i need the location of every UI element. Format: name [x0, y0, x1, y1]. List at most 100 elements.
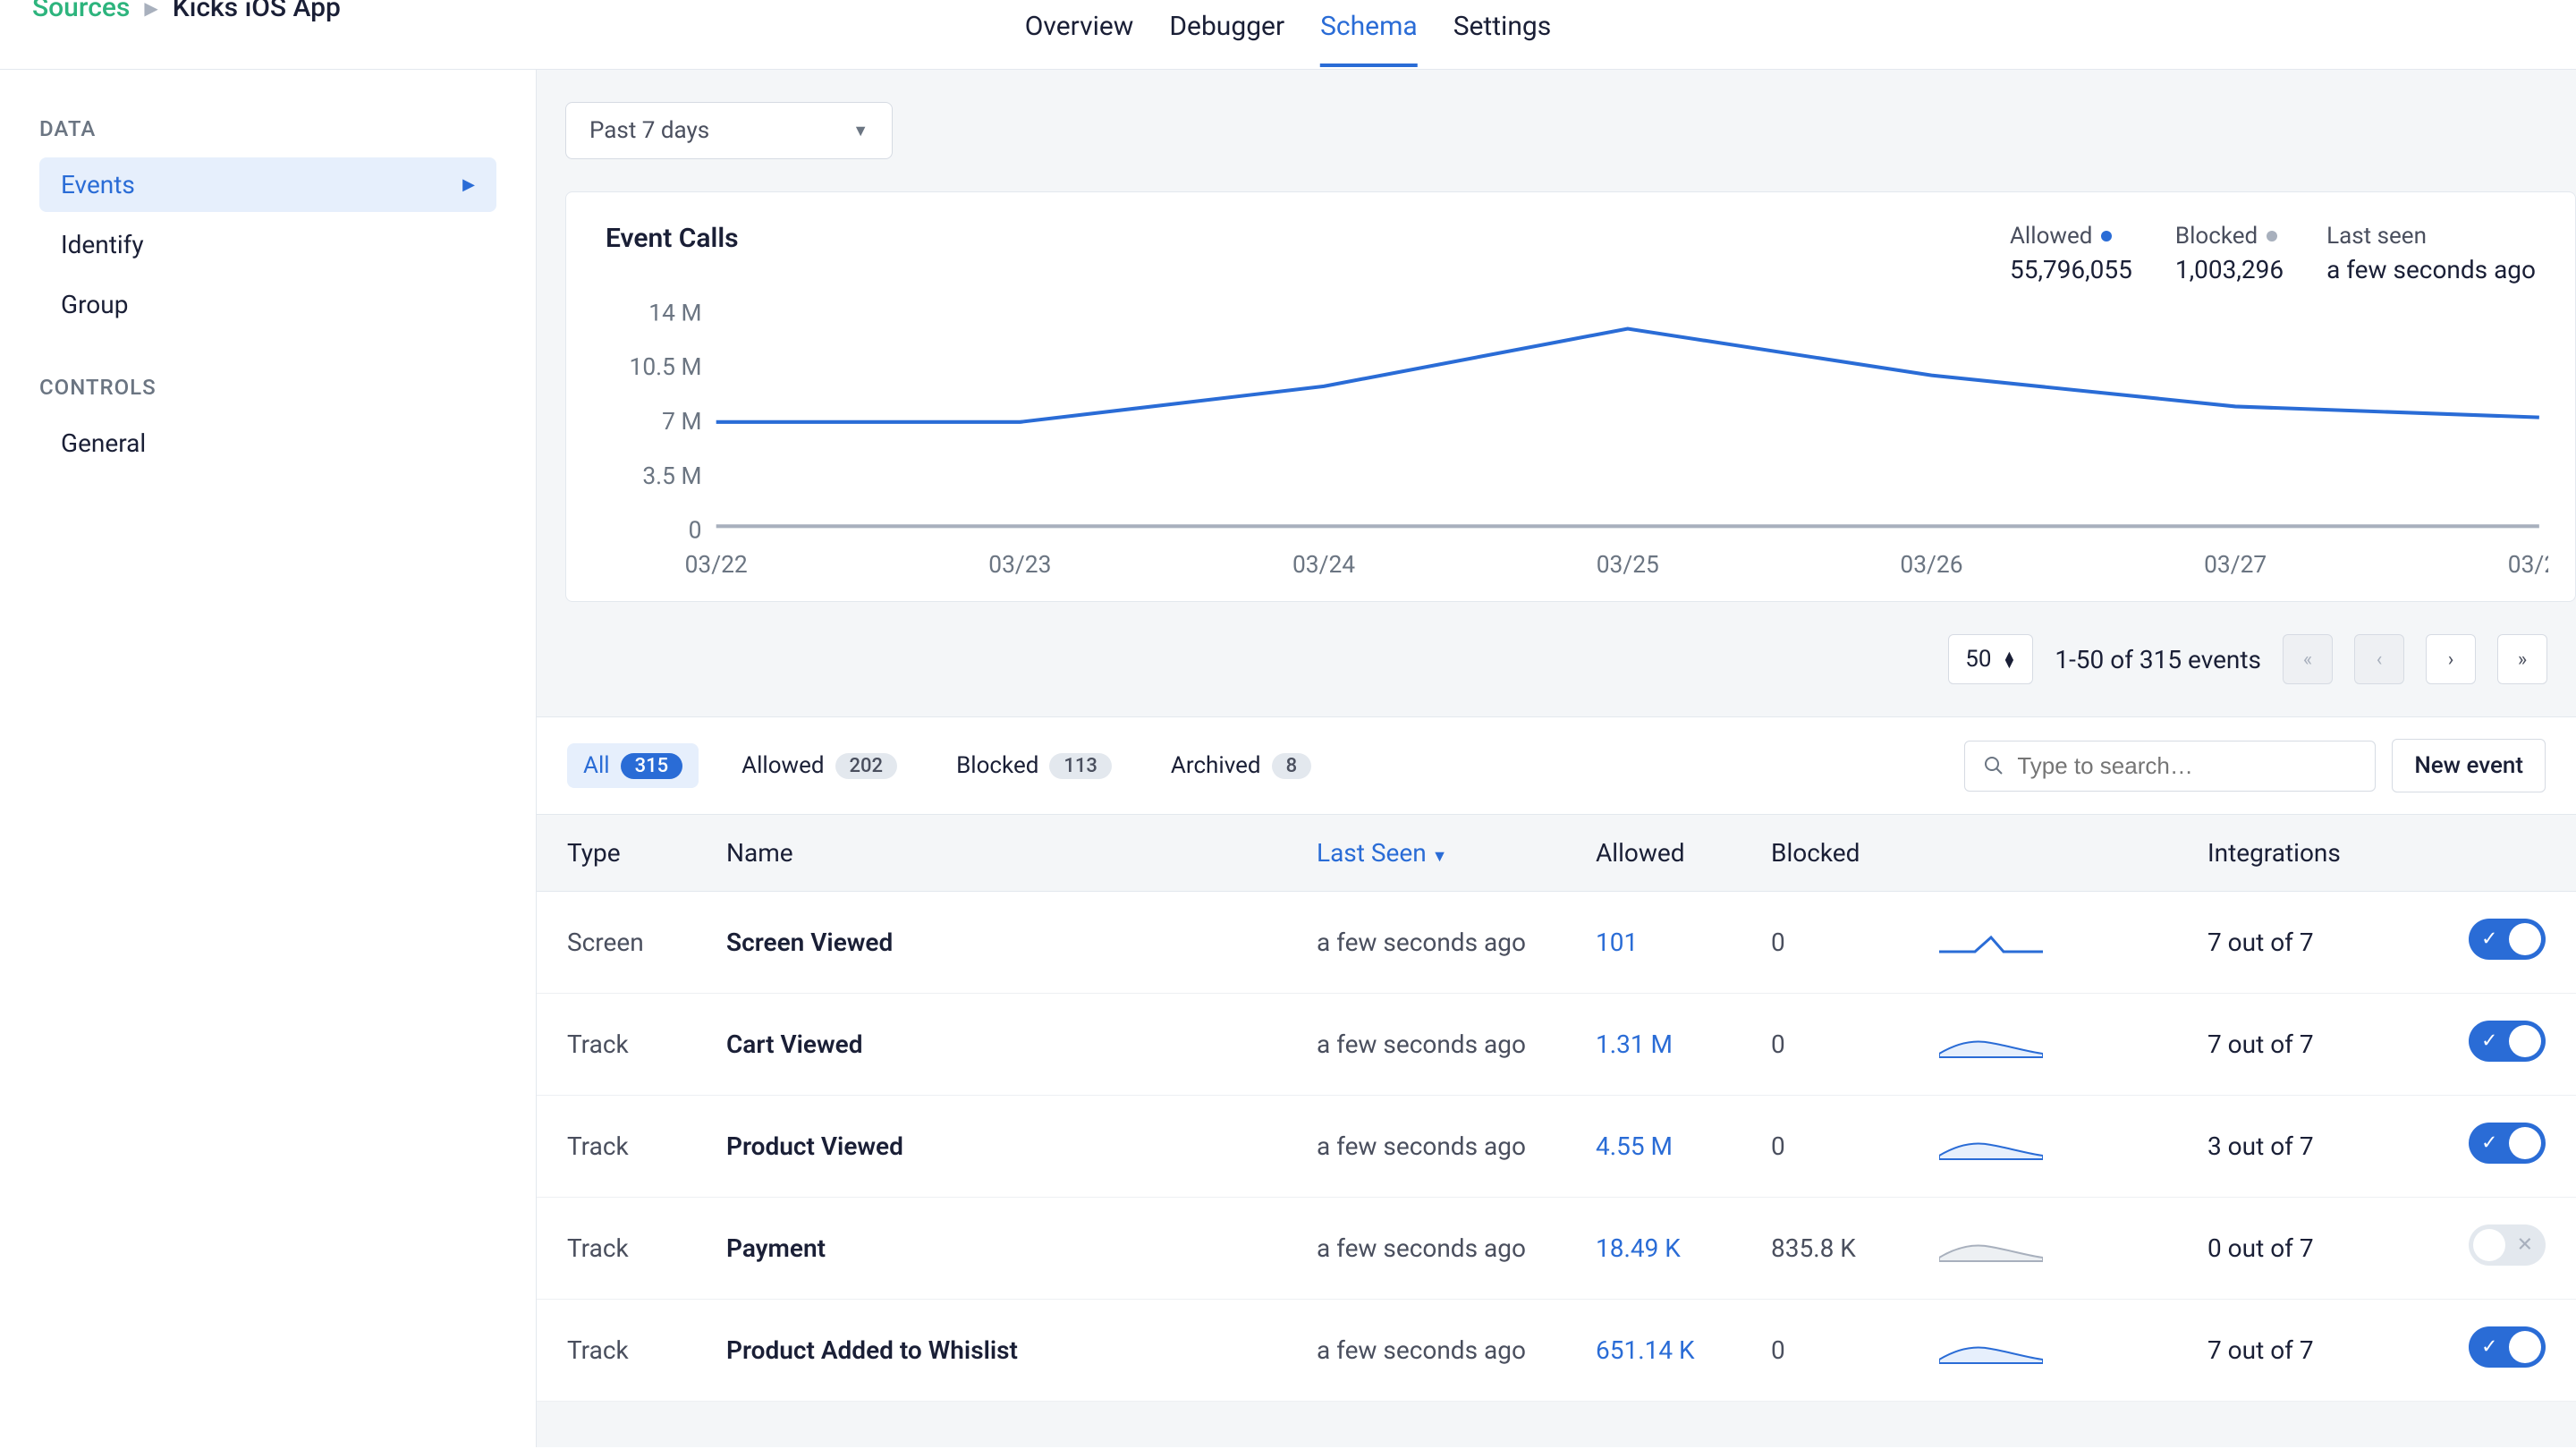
- search-box[interactable]: [1964, 741, 2376, 792]
- svg-text:03/27: 03/27: [2204, 552, 2267, 576]
- cell-integrations: 7 out of 7: [2207, 1030, 2422, 1059]
- col-blocked-header[interactable]: Blocked: [1771, 838, 1939, 868]
- cell-integrations: 3 out of 7: [2207, 1131, 2422, 1161]
- tab-overview[interactable]: Overview: [1025, 11, 1134, 67]
- cell-blocked: 0: [1771, 1131, 1939, 1161]
- cell-allowed: 1.31 M: [1596, 1030, 1771, 1059]
- sidebar-item-identify[interactable]: Identify: [39, 217, 496, 272]
- stat-allowed-label: Allowed: [2010, 223, 2092, 250]
- cell-type: Track: [567, 1233, 726, 1263]
- cell-blocked: 835.8 K: [1771, 1233, 1939, 1263]
- cell-blocked: 0: [1771, 1335, 1939, 1365]
- toggle[interactable]: ✓: [2469, 1021, 2546, 1062]
- cell-lastseen: a few seconds ago: [1317, 1335, 1596, 1365]
- stat-lastseen-value: a few seconds ago: [2326, 255, 2536, 284]
- sort-caret-icon: ▼: [1432, 847, 1448, 866]
- cell-blocked: 0: [1771, 1030, 1939, 1059]
- svg-text:03/24: 03/24: [1292, 552, 1355, 576]
- sidebar-item-events[interactable]: Events▶: [39, 157, 496, 212]
- stat-allowed-value: 55,796,055: [2010, 255, 2132, 284]
- table-row[interactable]: TrackPaymenta few seconds ago18.49 K835.…: [537, 1198, 2576, 1300]
- filter-tab-archived[interactable]: Archived 8: [1155, 743, 1327, 788]
- page-next-button[interactable]: ›: [2426, 634, 2476, 684]
- stat-blocked-value: 1,003,296: [2175, 255, 2284, 284]
- cell-integrations: 7 out of 7: [2207, 928, 2422, 957]
- col-type-header[interactable]: Type: [567, 838, 726, 868]
- filter-archived-count: 8: [1272, 753, 1312, 779]
- tab-debugger[interactable]: Debugger: [1169, 11, 1284, 67]
- col-allowed-header[interactable]: Allowed: [1596, 838, 1771, 868]
- filter-tab-blocked[interactable]: Blocked 113: [940, 743, 1128, 788]
- cell-allowed: 4.55 M: [1596, 1131, 1771, 1161]
- event-calls-card: Event Calls Allowed 55,796,055 Blocked 1…: [565, 191, 2576, 602]
- svg-text:7 M: 7 M: [662, 409, 701, 436]
- cell-type: Track: [567, 1335, 726, 1365]
- cell-integrations: 0 out of 7: [2207, 1233, 2422, 1263]
- table-row[interactable]: TrackProduct Vieweda few seconds ago4.55…: [537, 1096, 2576, 1198]
- sparkline-icon: [1939, 1336, 2207, 1365]
- sidebar-item-general[interactable]: General: [39, 416, 496, 470]
- cell-integrations: 7 out of 7: [2207, 1335, 2422, 1365]
- card-title: Event Calls: [606, 223, 1967, 254]
- search-input[interactable]: [2017, 752, 2357, 780]
- table-header: Type Name Last Seen▼ Allowed Blocked Int…: [537, 814, 2576, 892]
- new-event-button[interactable]: New event: [2392, 739, 2546, 792]
- sidebar-data-label: DATA: [39, 116, 496, 141]
- page-last-button[interactable]: »: [2497, 634, 2547, 684]
- stat-lastseen-label: Last seen: [2326, 223, 2536, 250]
- breadcrumb-sources[interactable]: Sources: [32, 0, 130, 21]
- chevron-down-icon: ▼: [852, 122, 869, 140]
- toggle[interactable]: ✓: [2469, 1326, 2546, 1368]
- tab-settings[interactable]: Settings: [1453, 11, 1552, 67]
- toggle[interactable]: ✕: [2469, 1224, 2546, 1266]
- page-size-value: 50: [1965, 646, 1991, 673]
- filter-all-label: All: [583, 752, 610, 779]
- page-size-select[interactable]: 50 ▲▼: [1948, 634, 2033, 684]
- dot-icon: [2267, 231, 2277, 242]
- svg-text:3.5 M: 3.5 M: [642, 463, 701, 490]
- date-range-select[interactable]: Past 7 days ▼: [565, 102, 893, 159]
- cell-blocked: 0: [1771, 928, 1939, 957]
- page-info: 1-50 of 315 events: [2055, 645, 2261, 674]
- cell-lastseen: a few seconds ago: [1317, 1030, 1596, 1059]
- sparkline-icon: [1939, 1234, 2207, 1263]
- table-row[interactable]: TrackProduct Added to Whislista few seco…: [537, 1300, 2576, 1402]
- top-tabs: Overview Debugger Schema Settings: [1025, 11, 1551, 67]
- filter-tab-allowed[interactable]: Allowed 202: [725, 743, 913, 788]
- svg-text:10.5 M: 10.5 M: [630, 354, 702, 381]
- sort-icon: ▲▼: [2002, 651, 2016, 668]
- svg-text:0: 0: [689, 518, 702, 545]
- filter-allowed-count: 202: [835, 753, 898, 779]
- event-calls-chart: 03.5 M7 M10.5 M14 M03/2203/2303/2403/250…: [607, 304, 2548, 576]
- sidebar-item-group[interactable]: Group: [39, 277, 496, 332]
- search-icon: [1983, 755, 2004, 776]
- cell-name: Screen Viewed: [726, 928, 1317, 957]
- col-lastseen-header[interactable]: Last Seen▼: [1317, 838, 1596, 868]
- toggle[interactable]: ✓: [2469, 1123, 2546, 1164]
- col-integrations-header[interactable]: Integrations: [2207, 838, 2422, 868]
- col-name-header[interactable]: Name: [726, 838, 1317, 868]
- table-row[interactable]: ScreenScreen Vieweda few seconds ago1010…: [537, 892, 2576, 994]
- date-range-label: Past 7 days: [589, 117, 709, 144]
- table-row[interactable]: TrackCart Vieweda few seconds ago1.31 M0…: [537, 994, 2576, 1096]
- svg-text:03/26: 03/26: [1900, 552, 1962, 576]
- filter-tab-all[interactable]: All 315: [567, 743, 699, 788]
- page-first-button[interactable]: «: [2283, 634, 2333, 684]
- sparkline-icon: [1939, 1030, 2207, 1059]
- page-prev-button[interactable]: ‹: [2354, 634, 2404, 684]
- cell-name: Product Added to Whislist: [726, 1335, 1317, 1365]
- cell-allowed: 651.14 K: [1596, 1335, 1771, 1365]
- filter-archived-label: Archived: [1171, 752, 1261, 779]
- breadcrumb: Sources ▶ Kicks iOS App: [32, 0, 341, 21]
- cell-type: Track: [567, 1131, 726, 1161]
- cell-lastseen: a few seconds ago: [1317, 1131, 1596, 1161]
- toggle[interactable]: ✓: [2469, 919, 2546, 960]
- tab-schema[interactable]: Schema: [1320, 11, 1418, 67]
- svg-text:03/23: 03/23: [988, 552, 1051, 576]
- sidebar-controls-label: CONTROLS: [39, 375, 496, 400]
- cell-allowed: 18.49 K: [1596, 1233, 1771, 1263]
- dot-icon: [2101, 231, 2112, 242]
- cell-allowed: 101: [1596, 928, 1771, 957]
- sidebar: DATA Events▶IdentifyGroup CONTROLS Gener…: [0, 70, 537, 1447]
- chevron-right-icon: ▶: [462, 175, 475, 194]
